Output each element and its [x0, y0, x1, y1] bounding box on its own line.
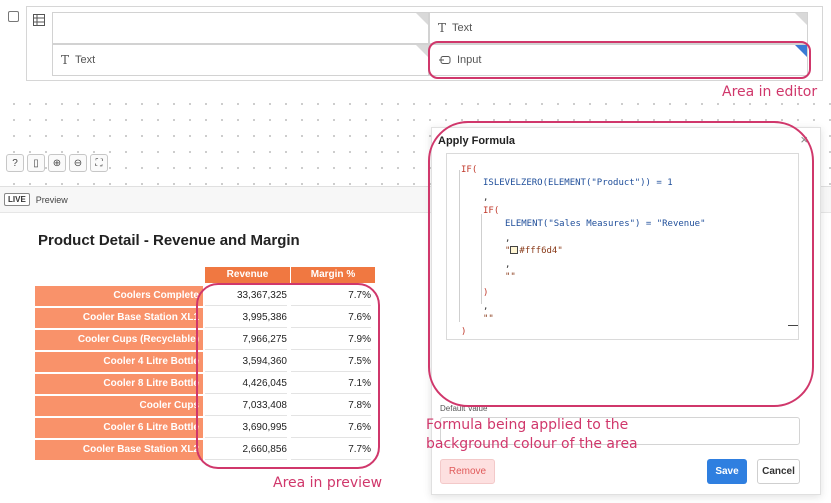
table-row-label: Cooler Base Station XL2 — [35, 440, 203, 460]
preview-highlight-ring — [196, 283, 380, 469]
cancel-button[interactable]: Cancel — [757, 459, 800, 484]
annotation-editor: Area in editor — [722, 84, 818, 100]
table-row-label: Cooler Base Station XL1 — [35, 308, 203, 328]
table-row-label: Cooler 4 Litre Bottle — [35, 352, 203, 372]
annotation-preview: Area in preview — [273, 475, 383, 491]
annotation-formula-1: Formula being applied to the — [426, 417, 629, 433]
annotation-formula-2: background colour of the area — [426, 436, 638, 452]
fit-icon[interactable]: ⛶ — [90, 154, 108, 172]
editor-cell-empty[interactable] — [52, 12, 429, 44]
table-row-label: Cooler 6 Litre Bottle — [35, 418, 203, 438]
cell-label: Text — [75, 54, 96, 66]
editor-highlight-ring — [428, 41, 811, 79]
table-icon — [33, 14, 45, 26]
remove-button[interactable]: Remove — [440, 459, 495, 484]
save-button[interactable]: Save — [707, 459, 747, 484]
report-title: Product Detail - Revenue and Margin — [38, 232, 300, 249]
text-icon: T — [438, 21, 447, 35]
tab-preview[interactable]: Preview — [36, 195, 68, 205]
editor-cell-text-2[interactable]: T Text — [52, 44, 429, 76]
screen: T Text T Text Input ? ▯ ⊕ ⊖ ⛶ LIVE Previ… — [0, 0, 831, 503]
table-row-label: Cooler Cups (Recyclable) — [35, 330, 203, 350]
zoom-out-icon[interactable]: ⊖ — [69, 154, 87, 172]
editor-cell-text-1[interactable]: T Text — [429, 12, 808, 44]
cell-label: Text — [452, 22, 473, 34]
text-icon: T — [61, 53, 70, 67]
zoom-in-icon[interactable]: ⊕ — [48, 154, 66, 172]
column-header-margin: Margin % — [291, 267, 375, 283]
table-row-label: Cooler 8 Litre Bottle — [35, 374, 203, 394]
table-row-label: Cooler Cups — [35, 396, 203, 416]
help-icon[interactable]: ? — [6, 154, 24, 172]
column-header-revenue: Revenue — [205, 267, 290, 283]
live-badge: LIVE — [4, 193, 30, 206]
table-row-label: Coolers Complete — [35, 286, 203, 306]
row-select-checkbox[interactable] — [8, 11, 19, 22]
panel-icon[interactable]: ▯ — [27, 154, 45, 172]
canvas-toolbar: ? ▯ ⊕ ⊖ ⛶ — [6, 154, 108, 172]
formula-highlight-ring — [428, 121, 814, 407]
